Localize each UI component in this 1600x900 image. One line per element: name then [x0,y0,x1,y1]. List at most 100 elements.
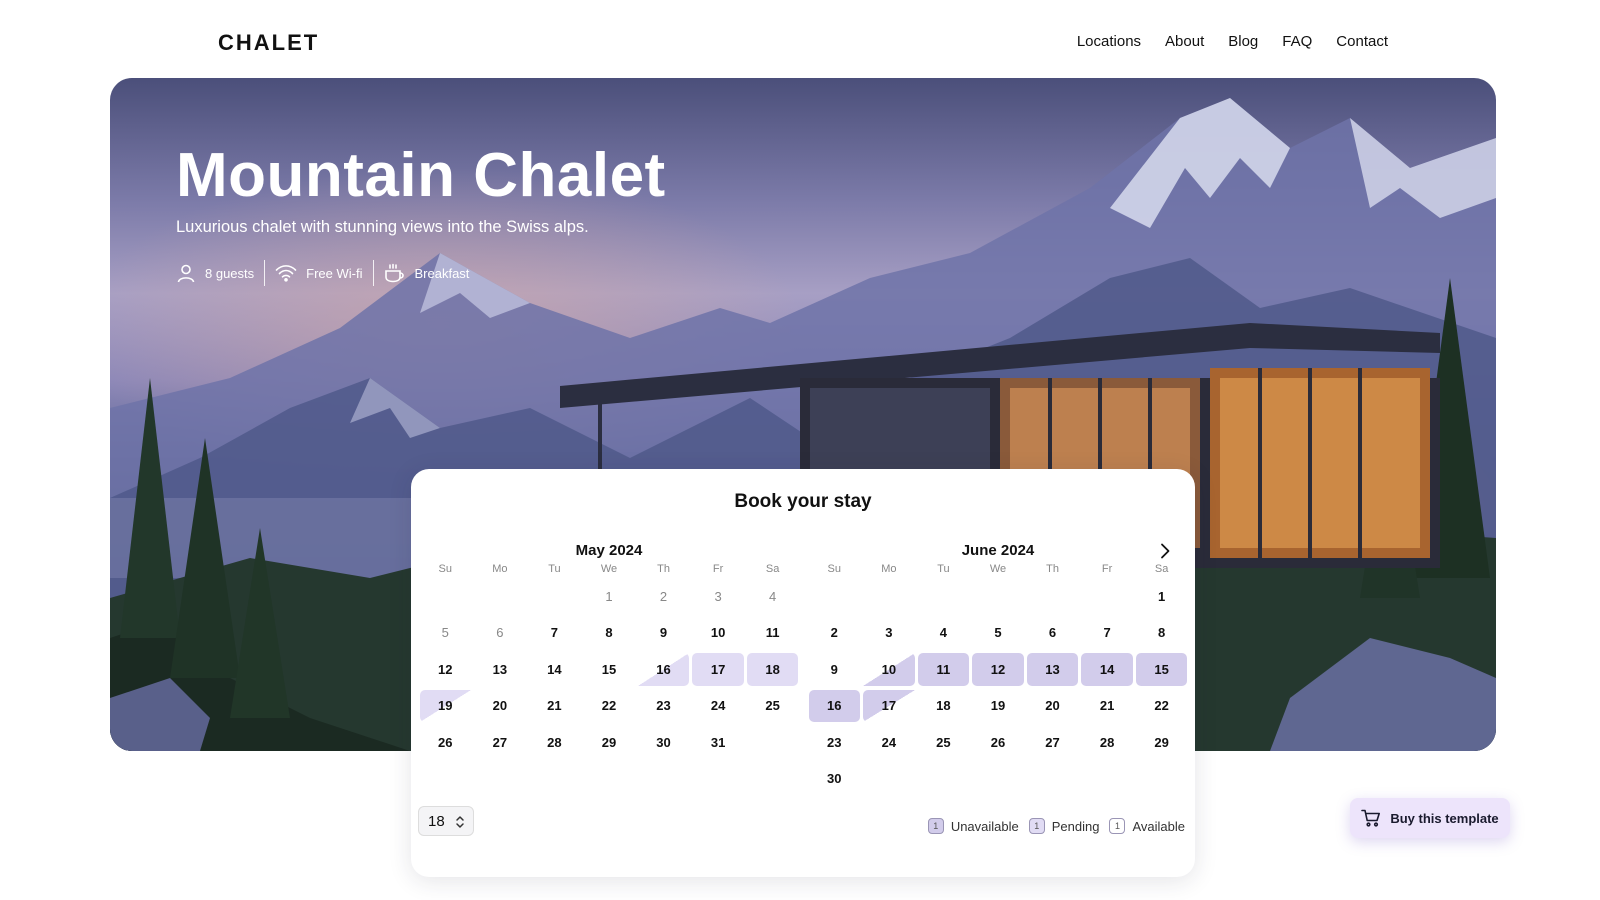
next-month-chevron-icon[interactable] [1155,541,1175,561]
calendar-day[interactable]: 25 [745,688,800,725]
calendar-day[interactable]: 4 [745,578,800,615]
calendar-day[interactable]: 13 [1025,651,1080,688]
calendar-day[interactable]: 1 [582,578,637,615]
day-number: 5 [441,625,449,641]
user-icon [177,264,195,283]
weekday-label: Sa [1154,563,1169,575]
day-number: 24 [881,734,897,750]
nav-locations[interactable]: Locations [1077,33,1141,50]
weekday-header: Su Mo Tu We Th Fr Sa [418,561,800,577]
day-number: 19 [438,698,453,714]
calendar-day[interactable]: 17 [691,651,746,688]
legend-label: Unavailable [950,818,1019,834]
calendar-day[interactable]: 26 [971,724,1026,761]
weekday-label: Sa [765,563,780,575]
calendar-day[interactable]: 6 [1025,615,1080,652]
day-number: 28 [1099,734,1115,750]
calendar-day[interactable]: 27 [473,724,528,761]
day-number: 1 [605,588,613,604]
day-number: 5 [994,625,1002,641]
day-number: 20 [492,698,508,714]
calendar-day[interactable]: 7 [527,615,582,652]
calendar-day[interactable]: 28 [1080,724,1135,761]
calendar-day[interactable]: 17 [862,688,917,725]
calendar-day[interactable]: 19 [971,688,1026,725]
calendar-day[interactable]: 27 [1025,724,1080,761]
weekday-label: Su [438,563,453,575]
day-number: 29 [601,734,617,750]
nav-blog[interactable]: Blog [1228,33,1258,50]
day-number: 18 [936,698,951,714]
calendar-day[interactable]: 2 [807,615,862,652]
calendar-day[interactable]: 5 [971,615,1026,652]
calendar-day[interactable]: 9 [636,615,691,652]
calendar-day[interactable]: 13 [473,651,528,688]
calendar-day[interactable]: 28 [527,724,582,761]
calendar-day[interactable]: 24 [862,724,917,761]
calendar-day[interactable]: 23 [807,724,862,761]
calendar-day[interactable]: 19 [418,688,473,725]
logo[interactable]: CHALET [218,30,319,56]
calendar-day[interactable]: 22 [1134,688,1189,725]
weekday-label: Mo [492,563,508,575]
calendar-day[interactable]: 24 [691,688,746,725]
amenity-wifi: Free Wi-fi [264,260,372,286]
calendar-day[interactable]: 12 [971,651,1026,688]
empty-cell [527,578,582,615]
buy-template-button[interactable]: Buy this template [1350,798,1510,838]
calendar-day[interactable]: 16 [807,688,862,725]
calendar-day[interactable]: 14 [1080,651,1135,688]
calendar-day[interactable]: 3 [691,578,746,615]
month-count-stepper[interactable]: 18 [418,806,474,836]
month-title: June 2024 [961,542,1035,559]
weekday-label: Fr [1101,563,1113,575]
calendar-day[interactable]: 11 [745,615,800,652]
day-number: 29 [1154,734,1169,750]
day-number: 3 [714,588,722,604]
day-number: 7 [1103,625,1111,641]
legend-available: 1 Available [1109,818,1185,834]
calendar-day[interactable]: 8 [582,615,637,652]
calendar-day[interactable]: 16 [636,651,691,688]
calendar-day[interactable]: 21 [527,688,582,725]
calendar-day[interactable]: 7 [1080,615,1135,652]
calendar-day[interactable]: 8 [1134,615,1189,652]
calendar-day[interactable]: 10 [691,615,746,652]
calendar-day[interactable]: 23 [636,688,691,725]
calendar-day[interactable]: 25 [916,724,971,761]
calendar-day[interactable]: 11 [916,651,971,688]
day-number: 12 [990,661,1006,677]
day-number: 10 [710,625,726,641]
calendar-day[interactable]: 2 [636,578,691,615]
calendar-day[interactable]: 29 [582,724,637,761]
calendar-day[interactable]: 15 [582,651,637,688]
calendar-day[interactable]: 15 [1134,651,1189,688]
calendar-day[interactable]: 18 [745,651,800,688]
calendar-day[interactable]: 18 [916,688,971,725]
calendar-day[interactable]: 30 [807,761,862,798]
calendar-day[interactable]: 10 [862,651,917,688]
calendar-day[interactable]: 3 [862,615,917,652]
calendar-day[interactable]: 31 [691,724,746,761]
calendar-day[interactable]: 20 [1025,688,1080,725]
calendar-day[interactable]: 22 [582,688,637,725]
empty-cell [1080,578,1135,615]
calendar-day[interactable]: 6 [473,615,528,652]
day-number: 26 [990,734,1006,750]
calendar-day[interactable]: 14 [527,651,582,688]
calendar-day[interactable]: 20 [473,688,528,725]
day-number: 27 [492,734,508,750]
calendar-day[interactable]: 4 [916,615,971,652]
calendar-day[interactable]: 26 [418,724,473,761]
nav-contact[interactable]: Contact [1336,33,1388,50]
calendar-day[interactable]: 1 [1134,578,1189,615]
day-number: 8 [605,625,613,641]
calendar-day[interactable]: 5 [418,615,473,652]
calendar-day[interactable]: 30 [636,724,691,761]
calendar-day[interactable]: 29 [1134,724,1189,761]
calendar-day[interactable]: 12 [418,651,473,688]
calendar-day[interactable]: 21 [1080,688,1135,725]
nav-faq[interactable]: FAQ [1282,33,1312,50]
calendar-day[interactable]: 9 [807,651,862,688]
nav-about[interactable]: About [1165,33,1204,50]
